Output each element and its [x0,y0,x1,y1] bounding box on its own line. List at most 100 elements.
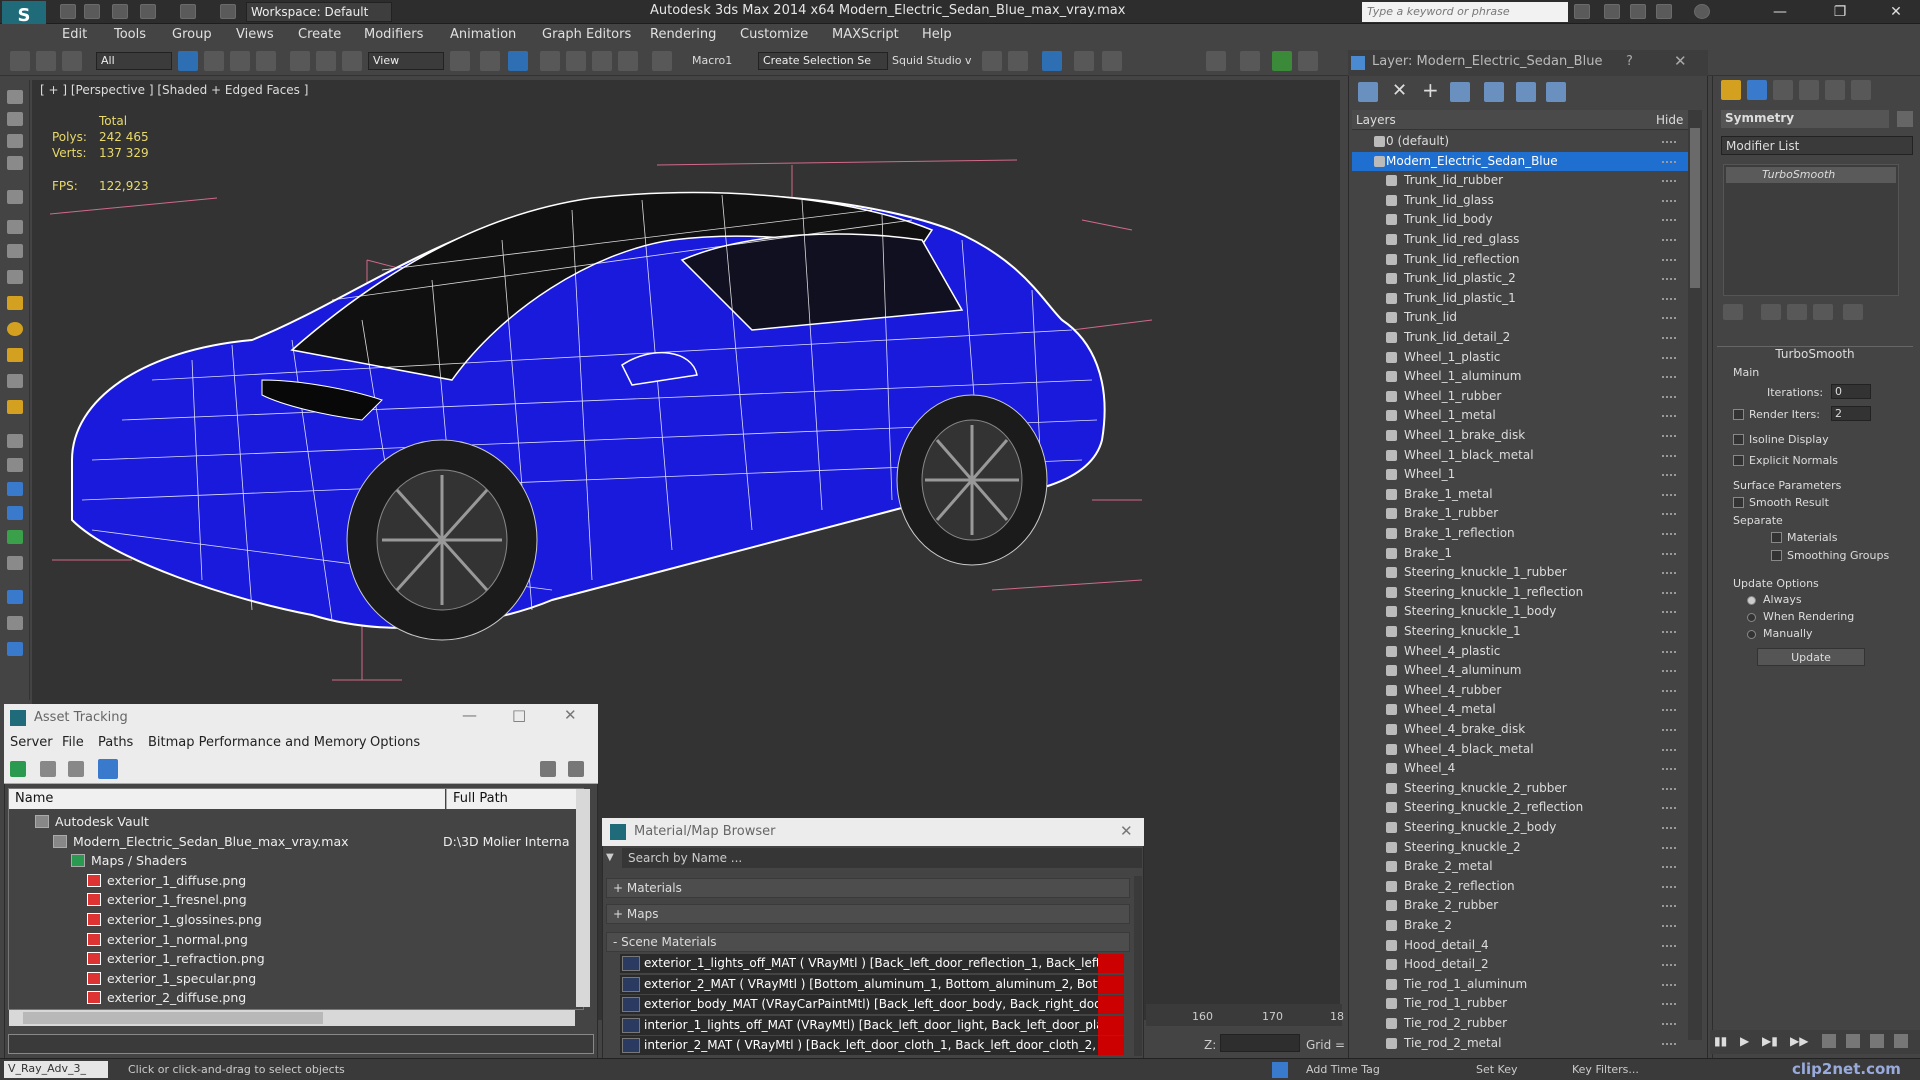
material-browser-close-button[interactable]: ✕ [1120,822,1133,840]
primitive-box-icon[interactable] [7,270,23,284]
asset-row[interactable]: exterior_1_refraction.png [9,949,575,969]
select-object-icon[interactable] [178,51,198,71]
create-shapes-icon[interactable] [7,112,23,126]
hide-column-header[interactable]: Hide [1656,113,1683,127]
turbosmooth-rollout-header[interactable]: TurboSmooth [1717,346,1913,362]
hide-toggle[interactable] [1662,905,1676,908]
hide-toggle[interactable] [1662,1042,1676,1045]
scale-icon[interactable] [342,51,362,71]
exchange-icon[interactable] [1630,4,1646,19]
pivot-center-icon[interactable] [450,51,470,71]
layer-row[interactable]: Steering_knuckle_1_reflection [1352,583,1688,603]
add-to-layer-icon[interactable]: + [1422,78,1439,102]
hide-toggle[interactable] [1662,572,1676,575]
asset-row[interactable]: exterior_1_diffuse.png [9,871,575,891]
menu-tools[interactable]: Tools [114,27,146,42]
separate-materials-checkbox[interactable] [1771,532,1782,543]
named-selection-set-dropdown[interactable]: Create Selection Se [758,52,888,70]
object-name-field[interactable]: Symmetry [1721,110,1889,128]
update-button[interactable]: Update [1757,648,1865,666]
layer-row[interactable]: Tie_rod_1_rubber [1352,994,1688,1014]
layer-row[interactable]: Trunk_lid_reflection [1352,250,1688,270]
hide-toggle[interactable] [1662,944,1676,947]
close-button[interactable]: ✕ [1876,0,1916,24]
hierarchy-tab-icon[interactable] [1773,80,1793,100]
asset-row[interactable]: exterior_2_diffuse.png [9,988,575,1008]
refresh-icon[interactable] [10,761,26,777]
render-iters-checkbox[interactable] [1733,409,1744,420]
maximize-button[interactable]: ❐ [1820,0,1860,24]
hide-toggle[interactable] [1662,709,1676,712]
asset-path-header[interactable]: Full Path [446,789,576,809]
material-editor-icon[interactable] [1240,51,1260,71]
layer-scroll-thumb[interactable] [1690,128,1700,288]
hide-toggle[interactable] [1662,552,1676,555]
spline-circle-icon[interactable] [7,482,23,496]
menu-modifiers[interactable]: Modifiers [364,27,423,42]
material-search-input[interactable]: Search by Name ... [622,848,1142,868]
hide-toggle[interactable] [1662,611,1676,614]
graphite-tools-icon[interactable] [1074,51,1094,71]
time-slider-track[interactable]: 160 170 18 [1146,1004,1344,1026]
update-always-radio[interactable] [1747,596,1756,605]
hide-toggle[interactable] [1662,297,1676,300]
asset-name-header[interactable]: Name [9,789,445,809]
asset-path-input[interactable] [8,1034,594,1054]
select-by-name-icon[interactable] [204,51,224,71]
asset-menu-options[interactable]: Options [370,735,420,750]
layer-row[interactable]: Wheel_4_brake_disk [1352,720,1688,740]
hide-toggle[interactable] [1662,533,1676,535]
hide-toggle[interactable] [1662,454,1676,457]
utilities-tab-icon[interactable] [1851,80,1871,100]
hide-toggle[interactable] [1662,650,1676,653]
tape-icon[interactable] [7,616,23,630]
compass-icon[interactable] [7,642,23,656]
highlight-layer-icon[interactable] [1484,82,1504,102]
unlink-icon[interactable] [36,51,56,71]
scene-material-row[interactable]: interior_1_lights_off_MAT (VRayMtl) [Bac… [620,1015,1124,1035]
hide-toggle[interactable] [1662,337,1676,339]
hide-toggle[interactable] [1662,1023,1676,1025]
macro-label[interactable]: Macro1 [692,54,732,67]
selection-filter-dropdown[interactable]: All [96,52,172,70]
primitive-sphere-icon[interactable] [7,322,23,336]
scene-material-row[interactable]: exterior_2_MAT ( VRayMtl ) [Bottom_alumi… [620,974,1124,994]
hide-toggle[interactable] [1662,474,1676,477]
workspace-dropdown[interactable]: Workspace: Default [246,2,392,22]
percent-snap-icon[interactable] [592,51,612,71]
binoculars-icon[interactable] [1574,4,1590,19]
create-geometry-icon[interactable] [7,90,23,104]
layer-row[interactable]: Trunk_lid_plastic_1 [1352,289,1688,309]
undo-icon[interactable] [140,4,156,19]
spinner-snap-icon[interactable] [618,51,638,71]
motion-tab-icon[interactable] [1799,80,1819,100]
asset-maximize-button[interactable]: □ [512,706,526,724]
layer-row[interactable]: Steering_knuckle_2 [1352,838,1688,858]
layer-row[interactable]: Brake_2_metal [1352,857,1688,877]
layer-row[interactable]: Trunk_lid_red_glass [1352,230,1688,250]
asset-row[interactable]: exterior_1_glossines.png [9,910,575,930]
hide-toggle[interactable] [1662,748,1676,751]
explicit-normals-checkbox[interactable] [1733,455,1744,466]
layer-row[interactable]: Trunk_lid_glass [1352,191,1688,211]
asset-row[interactable]: Autodesk Vault [9,812,575,832]
menu-customize[interactable]: Customize [740,27,808,42]
asset-menu-bitmap[interactable]: Bitmap Performance and Memory [148,735,367,750]
primitive-cone-icon[interactable] [7,374,23,388]
render-setup-icon[interactable] [1272,51,1292,71]
show-end-result-icon[interactable] [1761,304,1781,320]
layer-row[interactable]: Steering_knuckle_1 [1352,622,1688,642]
layer-row[interactable]: Brake_2_rubber [1352,896,1688,916]
layers-column-header[interactable]: Layers [1356,113,1396,127]
freeze-all-layers-icon[interactable] [1546,82,1566,102]
modify-tab-icon[interactable] [1747,80,1767,100]
layer-row[interactable]: Brake_1_rubber [1352,504,1688,524]
select-in-layer-icon[interactable] [1450,82,1470,102]
hide-toggle[interactable] [1662,866,1676,869]
select-manipulate-icon[interactable] [480,51,500,71]
hide-toggle[interactable] [1662,846,1676,849]
hide-toggle[interactable] [1662,689,1676,692]
new-file-icon[interactable] [60,4,76,19]
modifier-stack[interactable]: TurboSmooth [1723,164,1899,296]
layer-row[interactable]: Trunk_lid_plastic_2 [1352,269,1688,289]
